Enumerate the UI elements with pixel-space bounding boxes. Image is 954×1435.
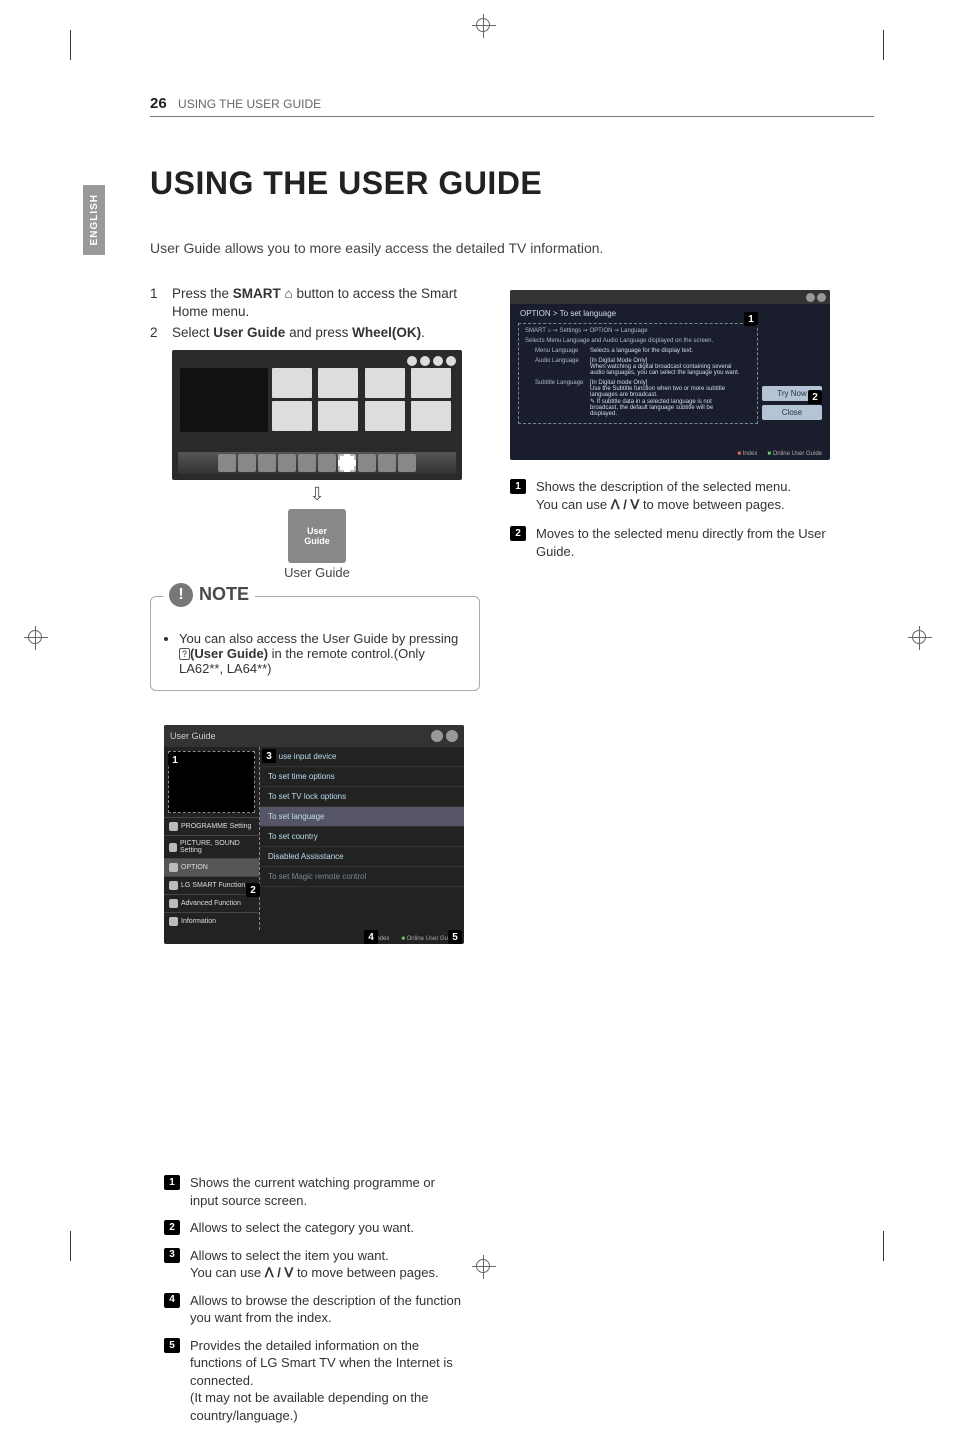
note-box: ! NOTE You can also access the User Guid… [150, 596, 480, 691]
running-head-text: USING THE USER GUIDE [178, 97, 321, 111]
step-text: Press the SMART ⌂ button to access the S… [172, 285, 480, 320]
note-label: NOTE [199, 584, 249, 605]
close-button: Close [762, 405, 822, 420]
category-item: Information [164, 912, 259, 930]
breadcrumb: OPTION > To set language [510, 304, 830, 323]
footer-index: Index [737, 451, 757, 457]
list-item: Disabled Assisstance [260, 847, 464, 867]
crop-mark [70, 30, 71, 60]
legend-badge: 4 [164, 1293, 180, 1308]
legend-text: Allows to browse the description of the … [190, 1292, 464, 1327]
callout-marker: 2 [246, 883, 260, 897]
step-number: 2 [150, 324, 172, 342]
exclamation-icon: ! [169, 583, 193, 607]
list-item: To use input device [260, 747, 464, 767]
footer-online: Online User Guide [767, 451, 822, 457]
list-item: To set country [260, 827, 464, 847]
window-controls [431, 730, 458, 742]
callout-marker: 2 [808, 390, 822, 404]
language-tab-label: ENGLISH [89, 194, 100, 245]
note-text: You can also access the User Guide by pr… [179, 631, 465, 676]
callout-marker: 3 [262, 749, 276, 763]
smart-home-screenshot: ⇩ User Guide User Guide [172, 350, 462, 580]
category-item: PICTURE, SOUND Setting [164, 835, 259, 858]
print-registration-mark [476, 18, 490, 32]
home-icon: ⌂ [285, 286, 293, 301]
legend-text: Provides the detailed information on the… [190, 1337, 464, 1425]
list-item-selected: To set language [260, 807, 464, 827]
legend-badge: 3 [164, 1248, 180, 1263]
user-guide-window: User Guide PROGRAMME Setting PICTURE, SO… [164, 725, 464, 944]
category-item-selected: OPTION [164, 858, 259, 876]
note-header: ! NOTE [163, 583, 255, 607]
detail-window: OPTION > To set language SMART ⌂ ➙ Setti… [510, 290, 830, 460]
user-guide-caption: User Guide [172, 565, 462, 580]
callout-marker: 4 [364, 930, 378, 944]
callout-marker: 5 [448, 930, 462, 944]
detail-path: SMART ⌂ ➙ Settings ➙ OPTION ➙ Language [525, 328, 751, 338]
legend-badge: 1 [164, 1175, 180, 1190]
legend-badge: 2 [510, 526, 526, 541]
print-registration-mark [28, 630, 42, 644]
legend-item: 2 Moves to the selected menu directly fr… [510, 525, 840, 560]
running-header: 26 USING THE USER GUIDE [150, 95, 874, 117]
up-down-icon: ꓥ / ꓦ [611, 497, 640, 512]
window-title: User Guide [170, 731, 216, 741]
step-text: Select User Guide and press Wheel(OK). [172, 324, 425, 342]
category-item: PROGRAMME Setting [164, 817, 259, 835]
language-tab: ENGLISH [83, 185, 105, 255]
list-item: To set TV lock options [260, 787, 464, 807]
legend-item: 1 Shows the description of the selected … [510, 478, 840, 513]
legend-item: 5 Provides the detailed information on t… [164, 1337, 464, 1425]
crop-mark [70, 1231, 71, 1261]
list-item: To set time options [260, 767, 464, 787]
crop-mark [883, 30, 884, 60]
detail-caption: Selects Menu Language and Audio Language… [525, 338, 751, 346]
legend-item: 1 Shows the current watching programme o… [164, 1174, 464, 1209]
page-number: 26 [150, 95, 167, 112]
legend-text: Allows to select the category you want. [190, 1219, 414, 1237]
up-down-icon: ꓥ / ꓦ [265, 1265, 294, 1280]
legend-text: Shows the current watching programme or … [190, 1174, 464, 1209]
list-item-disabled: To set Magic remote control [260, 867, 464, 887]
page-title: USING THE USER GUIDE [150, 165, 542, 202]
user-guide-tile: User Guide [288, 509, 346, 563]
legend-item: 4 Allows to browse the description of th… [164, 1292, 464, 1327]
legend-item: 3 Allows to select the item you want. Yo… [164, 1247, 464, 1282]
print-registration-mark [476, 1259, 490, 1273]
category-item: Advanced Function [164, 894, 259, 912]
legend-badge: 5 [164, 1338, 180, 1353]
callout-marker: 1 [744, 312, 758, 326]
down-arrow-icon: ⇩ [172, 484, 462, 505]
step-number: 1 [150, 285, 172, 320]
callout-marker: 1 [168, 753, 182, 767]
legend-item: 2 Allows to select the category you want… [164, 1219, 464, 1237]
remote-button-icon: ? [179, 648, 190, 660]
legend-badge: 2 [164, 1220, 180, 1235]
print-registration-mark [912, 630, 926, 644]
crop-mark [883, 1231, 884, 1261]
legend-text: Allows to select the item you want. You … [190, 1247, 439, 1282]
category-item: LG SMART Function [164, 876, 259, 894]
legend-text: Shows the description of the selected me… [536, 478, 791, 513]
step-2: 2 Select User Guide and press Wheel(OK). [150, 324, 480, 342]
step-1: 1 Press the SMART ⌂ button to access the… [150, 285, 480, 320]
legend-text: Moves to the selected menu directly from… [536, 525, 840, 560]
intro-text: User Guide allows you to more easily acc… [150, 240, 603, 256]
legend-badge: 1 [510, 479, 526, 494]
